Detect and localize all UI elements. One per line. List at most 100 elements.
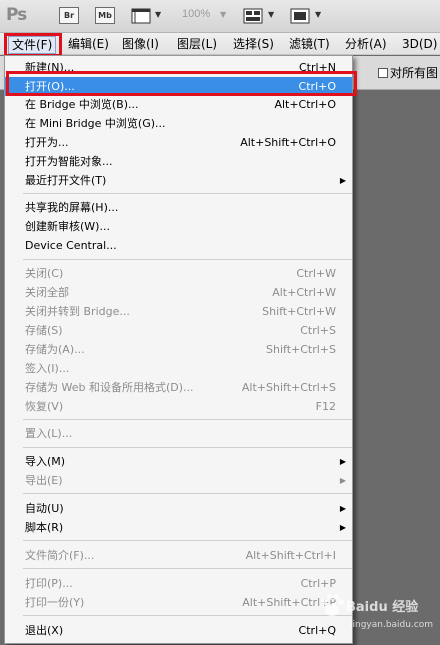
menu-select[interactable]: 选择(S) xyxy=(233,36,274,52)
menu-item-exit[interactable]: 退出(X) Ctrl+Q xyxy=(5,621,352,640)
baidu-jingyan-watermark: Baidu 经验 jingyan.baidu.com xyxy=(320,590,433,638)
watermark-text: Baidu 经验 xyxy=(346,600,419,615)
menu-item-print-one-copy[interactable]: 打印一份(Y) Alt+Shift+Ctrl+P xyxy=(5,593,352,612)
menu-item-export[interactable]: 导出(E) ▶ xyxy=(5,471,352,490)
mini-bridge-button[interactable]: Mb xyxy=(95,7,115,24)
menu-item-label: 共享我的屏幕(H)... xyxy=(25,201,119,214)
menu-item-browse-in-mini-bridge[interactable]: 在 Mini Bridge 中浏览(G)... xyxy=(5,114,352,133)
menu-item-label: 文件简介(F)... xyxy=(25,549,95,562)
menu-item-shortcut: Alt+Shift+Ctrl+I xyxy=(245,549,336,562)
menu-item-label: 创建新审核(W)... xyxy=(25,220,110,233)
chevron-down-icon[interactable]: ▼ xyxy=(315,10,321,19)
menu-item-place[interactable]: 置入(L)... xyxy=(5,424,352,443)
submenu-arrow-icon: ▶ xyxy=(339,176,346,185)
menu-item-label: 置入(L)... xyxy=(25,427,73,440)
menu-item-close-all[interactable]: 关闭全部 Alt+Ctrl+W xyxy=(5,283,352,302)
menu-separator xyxy=(23,447,352,448)
menu-item-shortcut: Ctrl+N xyxy=(298,61,336,74)
menu-item-shortcut: Alt+Shift+Ctrl+O xyxy=(240,136,336,149)
menu-item-open[interactable]: 打开(O)... Ctrl+O xyxy=(5,77,352,96)
sample-all-layers-label: 对所有图 xyxy=(390,66,439,80)
sample-all-layers-checkbox[interactable]: 对所有图 xyxy=(378,64,438,81)
menu-item-label: 自动(U) xyxy=(25,502,64,515)
submenu-arrow-icon: ▶ xyxy=(339,504,346,513)
menu-item-check-in[interactable]: 签入(I)... xyxy=(5,359,352,378)
menu-item-new[interactable]: 新建(N)... Ctrl+N xyxy=(5,58,352,77)
menu-item-label: 导出(E) xyxy=(25,474,63,487)
photoshop-logo: Ps xyxy=(6,5,27,25)
submenu-arrow-icon: ▶ xyxy=(339,476,346,485)
screen-mode-icon xyxy=(290,8,310,24)
menu-separator xyxy=(23,193,352,194)
menu-item-share-my-screen[interactable]: 共享我的屏幕(H)... xyxy=(5,198,352,217)
menu-item-shortcut: Ctrl+S xyxy=(300,324,336,337)
menu-item-save[interactable]: 存储(S) Ctrl+S xyxy=(5,321,352,340)
menu-item-label: 导入(M) xyxy=(25,455,66,468)
view-extras-icon xyxy=(131,8,151,24)
menu-item-file-info[interactable]: 文件简介(F)... Alt+Shift+Ctrl+I xyxy=(5,546,352,565)
menu-item-device-central[interactable]: Device Central... xyxy=(5,236,352,255)
chevron-down-icon[interactable]: ▼ xyxy=(155,10,161,19)
menu-item-shortcut: Alt+Ctrl+W xyxy=(272,286,336,299)
menu-item-revert[interactable]: 恢复(V) F12 xyxy=(5,397,352,416)
menu-item-save-as[interactable]: 存储为(A)... Shift+Ctrl+S xyxy=(5,340,352,359)
menu-item-browse-in-bridge[interactable]: 在 Bridge 中浏览(B)... Alt+Ctrl+O xyxy=(5,95,352,114)
menu-item-open-recent[interactable]: 最近打开文件(T) ▶ xyxy=(5,171,352,190)
menu-separator xyxy=(23,493,352,494)
menu-item-label: 关闭(C) xyxy=(25,267,64,280)
menu-item-label: 关闭全部 xyxy=(25,286,69,299)
menu-item-label: 存储(S) xyxy=(25,324,63,337)
menu-image[interactable]: 图像(I) xyxy=(122,36,159,52)
menu-file[interactable]: 文件(F) xyxy=(8,36,57,54)
menu-item-create-new-review[interactable]: 创建新审核(W)... xyxy=(5,217,352,236)
menu-item-import[interactable]: 导入(M) ▶ xyxy=(5,452,352,471)
menu-item-shortcut: F12 xyxy=(315,400,336,413)
menu-item-shortcut: Shift+Ctrl+S xyxy=(266,343,336,356)
menu-filter[interactable]: 滤镜(T) xyxy=(289,36,330,52)
menu-3d[interactable]: 3D(D) xyxy=(402,36,437,52)
menu-item-print[interactable]: 打印(P)... Ctrl+P xyxy=(5,574,352,593)
menu-item-label: 打开为智能对象... xyxy=(25,155,113,168)
menu-item-close[interactable]: 关闭(C) Ctrl+W xyxy=(5,264,352,283)
menu-separator xyxy=(23,615,352,616)
menu-item-label: 打开(O)... xyxy=(25,80,75,93)
menu-item-scripts[interactable]: 脚本(R) ▶ xyxy=(5,518,352,537)
menu-item-label: Device Central... xyxy=(25,239,117,252)
menu-item-label: 在 Bridge 中浏览(B)... xyxy=(25,98,139,111)
menu-item-label: 打印(P)... xyxy=(25,577,73,590)
menu-item-close-and-go-to-bridge[interactable]: 关闭并转到 Bridge... Shift+Ctrl+W xyxy=(5,302,352,321)
menu-item-save-for-web[interactable]: 存储为 Web 和设备所用格式(D)... Alt+Shift+Ctrl+S xyxy=(5,378,352,397)
menu-item-shortcut: Alt+Ctrl+O xyxy=(274,98,336,111)
chevron-down-icon[interactable]: ▼ xyxy=(268,10,274,19)
menu-item-open-as-smart-object[interactable]: 打开为智能对象... xyxy=(5,152,352,171)
menu-bar: 文件(F) 编辑(E) 图像(I) 图层(L) 选择(S) 滤镜(T) 分析(A… xyxy=(0,33,440,55)
menu-item-shortcut: Ctrl+W xyxy=(296,267,336,280)
menu-item-shortcut: Ctrl+O xyxy=(298,80,336,93)
paw-icon xyxy=(321,594,344,616)
chevron-down-icon[interactable]: ▼ xyxy=(220,10,226,19)
file-menu: 新建(N)... Ctrl+N 打开(O)... Ctrl+O 在 Bridge… xyxy=(4,55,353,644)
menu-separator xyxy=(23,568,352,569)
menu-separator xyxy=(23,540,352,541)
menu-item-label: 打印一份(Y) xyxy=(25,596,85,609)
menu-analysis[interactable]: 分析(A) xyxy=(345,36,387,52)
menu-item-automate[interactable]: 自动(U) ▶ xyxy=(5,499,352,518)
arrange-documents-button[interactable] xyxy=(243,6,265,29)
menu-item-label: 退出(X) xyxy=(25,624,64,637)
view-extras-button[interactable] xyxy=(131,6,153,29)
menu-layer[interactable]: 图层(L) xyxy=(177,36,217,52)
menu-item-label: 恢复(V) xyxy=(25,400,64,413)
bridge-button[interactable]: Br xyxy=(59,7,79,24)
menu-edit[interactable]: 编辑(E) xyxy=(68,36,109,52)
zoom-level[interactable]: 100% xyxy=(182,8,210,20)
menu-item-shortcut: Shift+Ctrl+W xyxy=(262,305,336,318)
menu-item-label: 签入(I)... xyxy=(25,362,70,375)
menu-item-open-as[interactable]: 打开为... Alt+Shift+Ctrl+O xyxy=(5,133,352,152)
checkbox-icon xyxy=(378,68,388,78)
menu-item-label: 存储为(A)... xyxy=(25,343,85,356)
menu-item-label: 最近打开文件(T) xyxy=(25,174,107,187)
arrange-documents-icon xyxy=(243,8,263,24)
menu-separator xyxy=(23,259,352,260)
screen-mode-button[interactable] xyxy=(290,6,312,29)
menu-item-label: 打开为... xyxy=(25,136,69,149)
